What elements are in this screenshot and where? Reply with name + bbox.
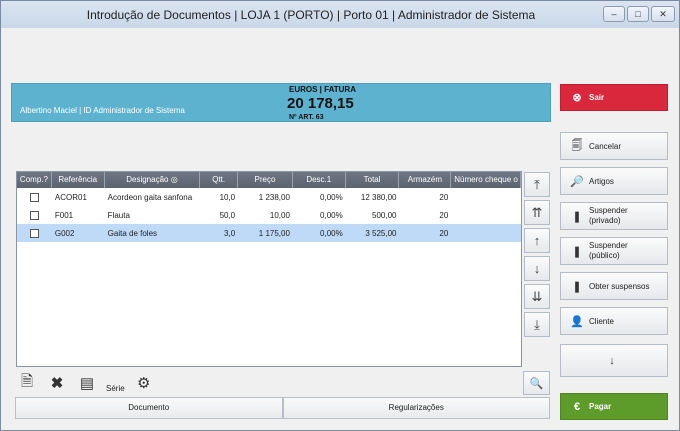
- page-up-icon[interactable]: ⇈: [524, 200, 550, 225]
- maximize-icon[interactable]: □: [627, 6, 649, 22]
- document-list-icon[interactable]: ▤: [76, 372, 98, 394]
- suspend-public-label: Suspender (público): [589, 241, 628, 260]
- column-header[interactable]: Referência: [52, 172, 105, 188]
- column-header[interactable]: Preço: [238, 172, 293, 188]
- article-search-icon: 🔎: [570, 175, 584, 188]
- column-header[interactable]: Total: [346, 172, 400, 188]
- column-header[interactable]: Qtt.: [200, 172, 239, 188]
- table-row[interactable]: F001 Flauta 50,0 10,00 0,00% 500,00 20: [17, 206, 521, 224]
- cancel-document-icon: 🗐: [571, 139, 583, 152]
- operator-label: Albertino Maciel | ID Administrador de S…: [20, 106, 185, 115]
- window-title: Introdução de Documentos | LOJA 1 (PORTO…: [86, 8, 536, 22]
- pay-button[interactable]: € Pagar: [560, 393, 668, 420]
- cell-discount: 0,00%: [320, 228, 343, 238]
- move-down-icon[interactable]: ↓: [524, 256, 550, 281]
- window-controls: – □ ✕: [603, 6, 675, 22]
- cell-designation: Gaita de foles: [107, 228, 158, 238]
- cell-total: 12 380,00: [360, 192, 397, 202]
- title-bar: Introdução de Documentos | LOJA 1 (PORTO…: [1, 1, 679, 28]
- cell-reference: F001: [54, 210, 74, 220]
- cancel-button[interactable]: 🗐 Cancelar: [560, 132, 668, 160]
- cell-warehouse: 20: [439, 210, 449, 220]
- cell-price: 1 175,00: [258, 228, 290, 238]
- client-label: Cliente: [589, 316, 614, 326]
- app-window: Introdução de Documentos | LOJA 1 (PORTO…: [0, 0, 680, 431]
- cell-quantity: 10,0: [219, 192, 236, 202]
- cell-designation: Acordeon gaita sanfona: [107, 192, 193, 202]
- arrow-down-icon: ↓: [609, 354, 615, 367]
- tab-settlements[interactable]: Regularizações: [282, 397, 550, 419]
- client-button[interactable]: 👤 Cliente: [560, 307, 668, 335]
- suspend-public-button[interactable]: ❚ Suspender (público): [560, 237, 668, 265]
- cell-warehouse: 20: [439, 228, 449, 238]
- cancel-label: Cancelar: [589, 141, 622, 151]
- cell-price: 10,00: [269, 210, 290, 220]
- serie-label[interactable]: Série: [106, 384, 125, 393]
- cell-designation: Flauta: [107, 210, 130, 220]
- delete-line-icon[interactable]: ✖: [46, 372, 68, 394]
- pause-document-icon: ❚: [572, 245, 582, 258]
- move-up-icon[interactable]: ↑: [524, 228, 550, 253]
- grid-header: Comp.? Referência Designação ◎ Qtt. Preç…: [17, 172, 521, 188]
- cell-total: 500,00: [372, 210, 397, 220]
- minimize-icon[interactable]: –: [603, 6, 625, 22]
- table-row[interactable]: ACOR01 Acordeon gaita sanfona 10,0 1 238,00…: [17, 188, 521, 206]
- exit-button[interactable]: ⊗ Sair: [560, 84, 668, 111]
- close-icon[interactable]: ✕: [651, 6, 675, 22]
- cell-discount: 0,00%: [320, 210, 343, 220]
- bottom-tabs: Documento Regularizações: [15, 397, 550, 419]
- cell-reference: ACOR01: [54, 192, 87, 202]
- checkbox[interactable]: [29, 210, 39, 220]
- more-options-button[interactable]: ↓: [560, 344, 668, 377]
- line-toolbar: 🗎 ✖ ▤ Série ⚙: [16, 371, 163, 395]
- column-header[interactable]: Designação ◎: [105, 172, 201, 188]
- articles-label: Artigos: [589, 176, 614, 186]
- line-navigation: ⤒ ⇈ ↑ ↓ ⇊ ⤓: [524, 172, 550, 340]
- column-header[interactable]: Armazém: [399, 172, 452, 188]
- cell-warehouse: 20: [439, 192, 449, 202]
- cell-total: 3 525,00: [365, 228, 397, 238]
- comp-checkbox: [17, 192, 52, 202]
- search-icon[interactable]: 🔍: [523, 371, 550, 395]
- exit-label: Sair: [589, 93, 605, 102]
- comp-checkbox: [17, 228, 52, 238]
- suspend-private-label: Suspender (privado): [589, 206, 628, 225]
- page-down-icon[interactable]: ⇊: [524, 284, 550, 309]
- articles-button[interactable]: 🔎 Artigos: [560, 167, 668, 195]
- cell-quantity: 3,0: [224, 228, 236, 238]
- resume-document-icon: ❚: [572, 280, 582, 293]
- payment-icon: €: [573, 400, 581, 413]
- close-circle-icon: ⊗: [572, 92, 582, 104]
- checkbox[interactable]: [29, 192, 39, 202]
- cell-price: 1 238,00: [258, 192, 290, 202]
- currency-document-type: EUROS | FATURA: [289, 85, 356, 94]
- article-count: Nº ART. 63: [289, 114, 324, 121]
- document-total: 20 178,15: [287, 95, 354, 112]
- cell-discount: 0,00%: [320, 192, 343, 202]
- table-row[interactable]: G002 Gaita de foles 3,0 1 175,00 0,00% 3 525,…: [17, 224, 521, 242]
- column-header-label: Designação: [126, 175, 169, 184]
- column-header[interactable]: Número cheque o: [451, 172, 521, 188]
- pause-document-icon: ❚: [572, 210, 582, 223]
- suspend-private-button[interactable]: ❚ Suspender (privado): [560, 202, 668, 230]
- document-summary-banner: Albertino Maciel | ID Administrador de S…: [11, 83, 551, 122]
- cell-quantity: 50,0: [219, 210, 236, 220]
- document-lines-grid: Comp.? Referência Designação ◎ Qtt. Preç…: [16, 171, 522, 367]
- tab-document[interactable]: Documento: [15, 397, 283, 419]
- gear-icon[interactable]: ⚙: [133, 372, 155, 394]
- get-suspended-label: Obter suspensos: [589, 281, 650, 291]
- pay-label: Pagar: [589, 402, 612, 411]
- user-search-icon: 👤: [570, 315, 584, 328]
- grid-body: ACOR01 Acordeon gaita sanfona 10,0 1 238,00…: [17, 188, 521, 242]
- get-suspended-button[interactable]: ❚ Obter suspensos: [560, 272, 668, 300]
- column-header[interactable]: Desc.1: [293, 172, 346, 188]
- sort-icon: ◎: [170, 175, 178, 184]
- cell-reference: G002: [54, 228, 75, 238]
- move-last-icon[interactable]: ⤓: [524, 312, 550, 337]
- new-line-icon[interactable]: 🗎: [16, 372, 38, 394]
- column-header[interactable]: Comp.?: [17, 172, 52, 188]
- checkbox[interactable]: [29, 228, 39, 238]
- move-first-icon[interactable]: ⤒: [524, 172, 550, 197]
- comp-checkbox: [17, 210, 52, 220]
